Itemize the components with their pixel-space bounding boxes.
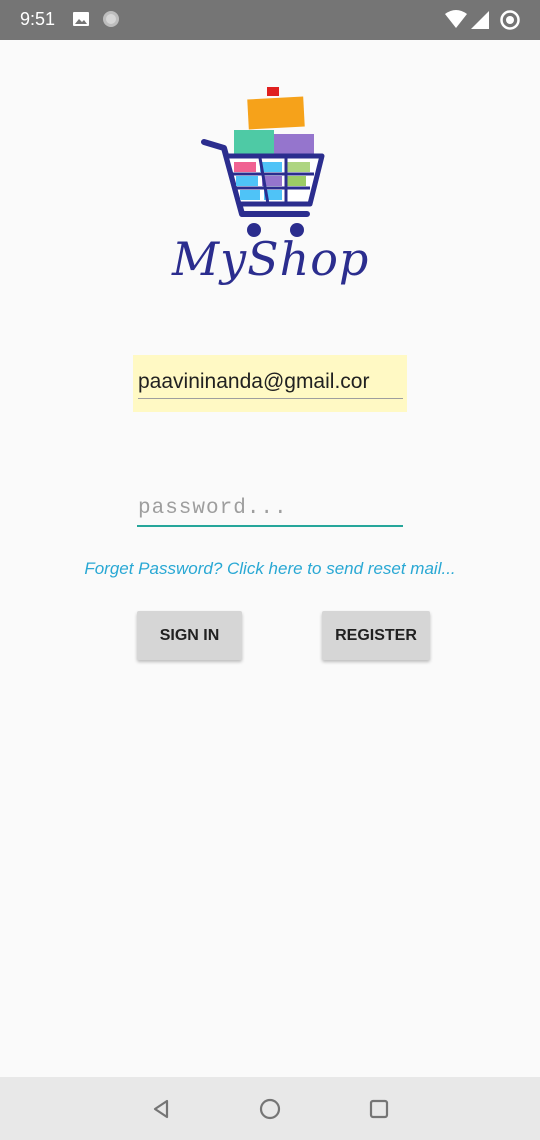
register-button[interactable]: REGISTER — [322, 611, 430, 660]
circle-icon — [102, 10, 120, 32]
email-field-container — [133, 355, 407, 412]
recents-icon[interactable] — [364, 1094, 394, 1124]
status-bar: 9:51 — [0, 0, 540, 40]
back-icon[interactable] — [146, 1094, 176, 1124]
logo-text: MyShop — [172, 232, 370, 286]
home-icon[interactable] — [255, 1094, 285, 1124]
email-field[interactable] — [138, 365, 403, 399]
shopping-cart-icon — [201, 87, 325, 237]
image-icon — [72, 10, 90, 32]
sign-in-button[interactable]: SIGN IN — [137, 611, 242, 660]
app-logo: MyShop — [172, 84, 370, 324]
forgot-password-link[interactable]: Forget Password? Click here to send rese… — [0, 559, 540, 579]
password-field-container — [137, 492, 403, 528]
navigation-bar — [0, 1077, 540, 1140]
status-time: 9:51 — [20, 9, 56, 29]
password-field[interactable] — [137, 492, 403, 527]
signal-icon — [470, 10, 490, 34]
sync-icon — [499, 9, 521, 35]
wifi-icon — [444, 9, 468, 33]
